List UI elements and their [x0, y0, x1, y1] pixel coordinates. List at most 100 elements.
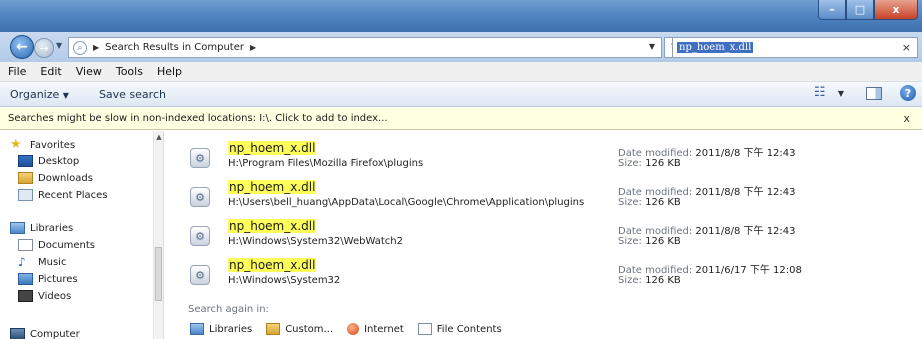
result-row[interactable]: ⚙ np_hoem_x.dll H:\Program Files\Mozilla… — [188, 139, 910, 175]
file-path: H:\Windows\System32 — [228, 275, 341, 286]
organize-label: Organize — [10, 87, 60, 101]
nav-computer[interactable]: Computer — [10, 328, 80, 339]
date-value: 2011/8/8 下午 12:43 — [695, 148, 796, 159]
size-value: 126 KB — [645, 158, 681, 169]
preview-pane-icon[interactable] — [866, 86, 882, 100]
file-size: Size: 126 KB — [618, 158, 681, 169]
recent-pages-dropdown[interactable]: ▼ — [56, 41, 62, 50]
file-size: Size: 126 KB — [618, 275, 681, 286]
search-input[interactable]: np_hoem_x.dll × — [672, 37, 918, 58]
libraries-icon — [190, 323, 204, 335]
nav-item-label: Music — [38, 256, 67, 268]
internet-icon — [347, 323, 360, 335]
folder-icon — [266, 323, 281, 335]
nav-item-downloads[interactable]: Downloads — [18, 172, 93, 184]
nav-libraries-label: Libraries — [30, 222, 74, 234]
file-name[interactable]: np_hoem_x.dll — [228, 141, 317, 155]
result-row[interactable]: ⚙ np_hoem_x.dll H:\Windows\System32\WebW… — [188, 217, 910, 253]
menu-edit[interactable]: Edit — [40, 65, 61, 78]
change-view-icon[interactable]: ☷ — [814, 86, 830, 100]
nav-item-desktop[interactable]: Desktop — [18, 155, 79, 167]
nav-item-documents[interactable]: Documents — [18, 239, 95, 251]
documents-icon — [18, 239, 33, 251]
size-value: 126 KB — [645, 236, 681, 247]
close-button[interactable]: x — [874, 0, 918, 20]
search-results: ⚙ np_hoem_x.dll H:\Program Files\Mozilla… — [170, 131, 922, 339]
dll-file-icon: ⚙ — [190, 226, 210, 246]
nav-item-pictures[interactable]: Pictures — [18, 273, 78, 285]
chevron-right-icon[interactable]: ▶ — [250, 43, 256, 52]
arrow-right-icon: → — [39, 41, 49, 55]
search-again-file-contents[interactable]: File Contents — [417, 323, 502, 335]
chevron-right-icon[interactable]: ▶ — [93, 43, 99, 52]
nav-item-label: Desktop — [38, 155, 80, 167]
search-again-item-label: Internet — [364, 323, 404, 335]
file-name[interactable]: np_hoem_x.dll — [228, 219, 317, 233]
forward-button[interactable]: → — [34, 38, 54, 58]
back-button[interactable]: ← — [10, 35, 34, 59]
size-label: Size: — [618, 197, 642, 208]
result-row[interactable]: ⚙ np_hoem_x.dll H:\Users\bell_huang\AppD… — [188, 178, 910, 214]
search-again-item-label: Custom... — [285, 323, 334, 335]
arrow-left-icon: ← — [16, 39, 28, 55]
nav-item-label: Pictures — [38, 273, 78, 285]
computer-icon — [10, 328, 25, 339]
star-icon: ★ — [10, 137, 22, 152]
search-folder-icon: ⌕ — [73, 40, 87, 55]
recent-places-icon — [18, 189, 33, 201]
desktop-icon — [18, 155, 33, 167]
menu-help[interactable]: Help — [157, 65, 182, 78]
view-dropdown-icon[interactable]: ▼ — [838, 89, 844, 98]
address-dropdown-icon[interactable]: ▼ — [649, 42, 655, 51]
search-again-options: Libraries Custom... Internet File Conten… — [190, 323, 516, 335]
nav-item-label: Recent Places — [38, 189, 108, 201]
help-icon[interactable]: ? — [900, 85, 916, 101]
nav-computer-label: Computer — [30, 328, 80, 339]
close-icon[interactable]: x — [903, 112, 910, 125]
menu-view[interactable]: View — [76, 65, 102, 78]
file-name[interactable]: np_hoem_x.dll — [228, 258, 317, 272]
search-again-custom[interactable]: Custom... — [266, 323, 333, 335]
scroll-up-icon[interactable]: ▲ — [154, 133, 164, 141]
nav-item-label: Documents — [38, 239, 96, 251]
save-search-button[interactable]: Save search — [99, 88, 166, 101]
nav-favorites[interactable]: ★ Favorites — [10, 137, 75, 152]
navigation-pane: ★ Favorites Desktop Downloads Recent Pla… — [0, 131, 164, 339]
info-bar-text: Searches might be slow in non-indexed lo… — [8, 113, 388, 124]
dll-file-icon: ⚙ — [190, 148, 210, 168]
address-bar[interactable]: ⌕ ▶ Search Results in Computer ▶ ▼ — [68, 37, 662, 58]
document-icon — [417, 323, 432, 335]
music-icon: ♪ — [18, 255, 26, 269]
maximize-button[interactable]: □ — [846, 0, 874, 20]
pictures-icon — [18, 273, 33, 285]
result-row[interactable]: ⚙ np_hoem_x.dll H:\Windows\System32 Date… — [188, 256, 910, 292]
nav-item-videos[interactable]: Videos — [18, 290, 71, 302]
nav-libraries[interactable]: Libraries — [10, 222, 73, 234]
minimize-button[interactable]: – — [818, 0, 846, 20]
date-value: 2011/6/17 下午 12:08 — [695, 265, 802, 276]
breadcrumb[interactable]: Search Results in Computer — [105, 42, 244, 53]
navigation-scrollbar[interactable]: ▲ — [153, 131, 163, 339]
search-again-internet[interactable]: Internet — [347, 323, 404, 335]
nav-item-recent-places[interactable]: Recent Places — [18, 189, 108, 201]
organize-button[interactable]: Organize ▼ — [10, 88, 69, 101]
nav-item-label: Videos — [38, 290, 72, 302]
command-bar: Organize ▼ Save search ☷ ▼ ? — [0, 82, 922, 107]
search-again-libraries[interactable]: Libraries — [190, 323, 252, 335]
clear-search-icon[interactable]: × — [902, 41, 911, 54]
nav-item-music[interactable]: ♪ Music — [18, 256, 66, 268]
file-name[interactable]: np_hoem_x.dll — [228, 180, 317, 194]
scroll-thumb[interactable] — [155, 247, 162, 301]
window-controls: – □ x — [818, 0, 918, 20]
file-date: Date modified: 2011/6/17 下午 12:08 — [618, 261, 802, 276]
size-label: Size: — [618, 158, 642, 169]
menu-tools[interactable]: Tools — [116, 65, 143, 78]
file-date: Date modified: 2011/8/8 下午 12:43 — [618, 144, 796, 159]
file-date: Date modified: 2011/8/8 下午 12:43 — [618, 222, 796, 237]
file-path: H:\Users\bell_huang\AppData\Local\Google… — [228, 197, 585, 208]
date-value: 2011/8/8 下午 12:43 — [695, 187, 796, 198]
menu-bar: File Edit View Tools Help — [0, 62, 922, 82]
search-query[interactable]: np_hoem_x.dll — [677, 42, 754, 53]
menu-file[interactable]: File — [8, 65, 26, 78]
index-info-bar[interactable]: Searches might be slow in non-indexed lo… — [0, 108, 922, 130]
